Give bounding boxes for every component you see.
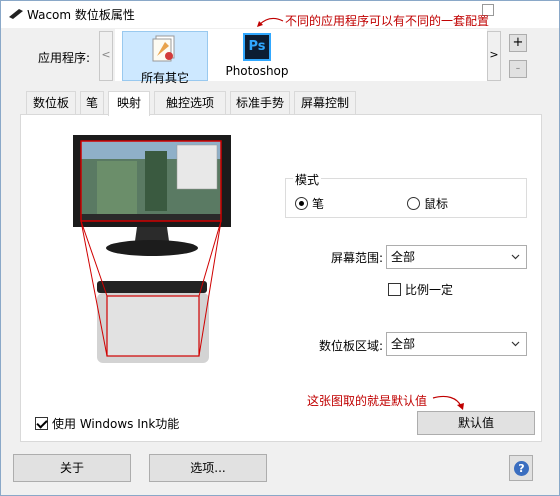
- tablet-active-area: [106, 295, 200, 357]
- tab-standard-gestures[interactable]: 标准手势: [230, 91, 290, 115]
- radio-selected-icon: [295, 197, 308, 210]
- tab-touch-options[interactable]: 触控选项: [154, 91, 226, 115]
- tablet-area-value: 全部: [391, 337, 416, 351]
- annotation-arrow-icon: [257, 17, 284, 27]
- app-tile-label: 所有其它: [140, 71, 189, 85]
- checkbox-unchecked-icon: [388, 283, 401, 296]
- help-icon: ?: [514, 461, 529, 476]
- windows-ink-label: 使用 Windows Ink功能: [52, 417, 180, 431]
- radio-unselected-icon: [407, 197, 420, 210]
- document-icon: [152, 35, 175, 62]
- options-button[interactable]: 选项...: [149, 454, 267, 482]
- annotation-arrow-icon: [432, 395, 464, 410]
- proportional-checkbox[interactable]: 比例一定: [388, 281, 453, 298]
- mode-pen-radio[interactable]: 笔: [295, 195, 324, 212]
- photoshop-icon: Ps: [243, 33, 271, 61]
- mapping-illustration: [73, 135, 231, 363]
- mode-mouse-label: 鼠标: [424, 197, 449, 211]
- default-button[interactable]: 默认值: [417, 411, 535, 435]
- app-tile-label: Photoshop: [225, 64, 289, 78]
- tablet-top: [97, 281, 207, 293]
- tablet-area-select[interactable]: 全部: [386, 332, 527, 356]
- remove-application-button[interactable]: -: [509, 60, 527, 78]
- checkbox-checked-icon: [35, 417, 48, 430]
- chevron-down-icon: [511, 254, 520, 260]
- chevron-down-icon: [511, 341, 520, 347]
- mode-pen-label: 笔: [312, 197, 325, 211]
- tab-tablet[interactable]: 数位板: [26, 91, 76, 115]
- help-button[interactable]: ?: [509, 455, 533, 481]
- tab-mapping[interactable]: 映射: [108, 91, 150, 116]
- wacom-properties-window: Wacom 数位板属性 不同的应用程序可以有不同的一套配置 应用程序: < 所有…: [0, 0, 560, 496]
- mode-group-title: 模式: [293, 171, 322, 188]
- wacom-pen-icon: [9, 9, 23, 19]
- annotation-top: 不同的应用程序可以有不同的一套配置: [285, 14, 490, 28]
- about-button[interactable]: 关于: [13, 454, 131, 482]
- proportional-label: 比例一定: [405, 283, 454, 297]
- window-title: Wacom 数位板属性: [27, 8, 135, 22]
- annotation-bottom: 这张图取的就是默认值: [307, 394, 428, 408]
- screen-area-value: 全部: [391, 250, 416, 264]
- tab-pen[interactable]: 笔: [80, 91, 104, 115]
- add-application-button[interactable]: +: [509, 34, 527, 52]
- tab-screen-control[interactable]: 屏幕控制: [294, 91, 356, 115]
- mode-mouse-radio[interactable]: 鼠标: [407, 195, 448, 212]
- apps-scroll-right-button[interactable]: >: [487, 31, 501, 81]
- screen-area-label: 屏幕范围:: [330, 251, 383, 265]
- app-tile-all-others[interactable]: 所有其它: [122, 31, 208, 85]
- screen-area-select[interactable]: 全部: [386, 245, 527, 269]
- tablet-area-label: 数位板区域:: [318, 339, 383, 353]
- app-tile-photoshop[interactable]: Ps Photoshop: [214, 31, 300, 81]
- apps-scroll-left-button[interactable]: <: [99, 31, 113, 81]
- windows-ink-checkbox[interactable]: 使用 Windows Ink功能: [35, 415, 179, 432]
- applications-label: 应用程序:: [38, 51, 91, 65]
